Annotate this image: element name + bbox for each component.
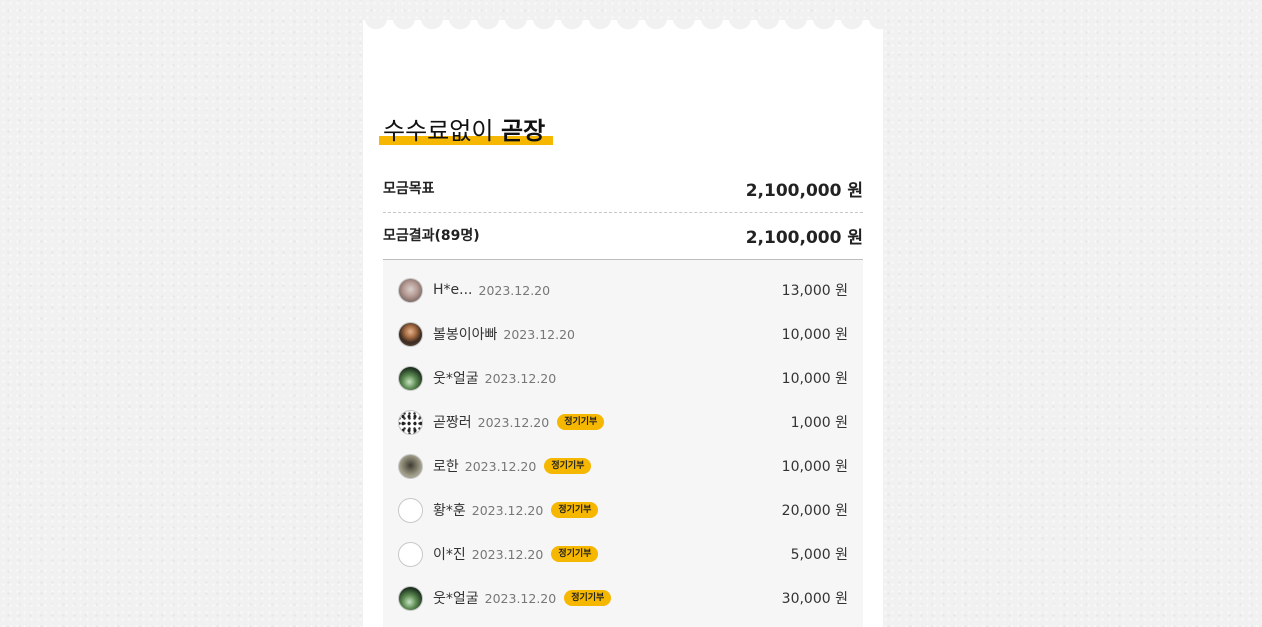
donor-amount: 20,000 원 bbox=[781, 503, 848, 519]
donor-avatar bbox=[398, 497, 423, 523]
donor-row: 웃*얼굴 2023.12.20 10,000 원 bbox=[398, 364, 848, 392]
result-row: 모금결과(89명) 2,100,000 원 bbox=[383, 222, 863, 248]
donor-avatar bbox=[398, 321, 423, 347]
recurring-donation-badge: 정기기부 bbox=[557, 414, 605, 430]
donor-avatar bbox=[398, 409, 423, 435]
donor-date: 2023.12.20 bbox=[471, 546, 544, 562]
donor-amount: 10,000 원 bbox=[781, 327, 848, 343]
donor-list: H*e... 2023.12.20 13,000 원 볼봉이아빠 2023.12… bbox=[383, 260, 863, 627]
recurring-donation-badge: 정기기부 bbox=[551, 502, 599, 518]
campaign-title: 수수료없이 곧장 bbox=[378, 115, 554, 149]
donor-row: 황*훈 2023.12.20 정기기부 20,000 원 bbox=[398, 496, 848, 524]
donor-avatar bbox=[398, 541, 423, 567]
donor-name: 이*진 bbox=[433, 547, 466, 563]
donor-avatar bbox=[398, 585, 423, 611]
donor-amount: 10,000 원 bbox=[781, 371, 848, 387]
donor-amount: 1,000 원 bbox=[790, 415, 848, 431]
donor-row: H*e... 2023.12.20 13,000 원 bbox=[398, 276, 848, 304]
donor-amount: 13,000 원 bbox=[781, 283, 848, 299]
donor-name: 황*훈 bbox=[433, 503, 466, 519]
donor-name: 볼봉이아빠 bbox=[433, 327, 498, 343]
donor-name: H*e... bbox=[433, 282, 473, 298]
donor-avatar bbox=[398, 453, 423, 479]
donor-row: 웃*얼굴 2023.12.20 정기기부 30,000 원 bbox=[398, 584, 848, 612]
donor-date: 2023.12.20 bbox=[471, 502, 544, 518]
donor-row: 볼봉이아빠 2023.12.20 10,000 원 bbox=[398, 320, 848, 348]
donor-date: 2023.12.20 bbox=[503, 326, 575, 342]
donor-row: 이*진 2023.12.20 정기기부 5,000 원 bbox=[398, 540, 848, 568]
donor-date: 2023.12.20 bbox=[464, 458, 537, 474]
donor-date: 2023.12.20 bbox=[477, 414, 550, 430]
result-label: 모금결과(89명) bbox=[383, 228, 480, 244]
campaign-title-main: 수수료없이 bbox=[383, 117, 502, 145]
donor-name: 곧짱러 bbox=[433, 415, 472, 431]
donor-name: 로한 bbox=[433, 459, 459, 475]
donor-date: 2023.12.20 bbox=[484, 370, 557, 386]
donation-receipt-card: 수수료없이 곧장 모금목표 2,100,000 원 모금결과(89명) 2,10… bbox=[363, 20, 883, 627]
goal-row: 모금목표 2,100,000 원 bbox=[383, 175, 863, 201]
result-value: 2,100,000 원 bbox=[745, 227, 863, 248]
campaign-title-bold: 곧장 bbox=[501, 117, 546, 145]
recurring-donation-badge: 정기기부 bbox=[564, 590, 612, 606]
donor-amount: 30,000 원 bbox=[781, 591, 848, 607]
recurring-donation-badge: 정기기부 bbox=[544, 458, 592, 474]
donor-name: 웃*얼굴 bbox=[433, 591, 479, 607]
recurring-donation-badge: 정기기부 bbox=[551, 546, 599, 562]
donor-row: 로한 2023.12.20 정기기부 10,000 원 bbox=[398, 452, 848, 480]
donor-amount: 10,000 원 bbox=[781, 459, 848, 475]
donor-name: 웃*얼굴 bbox=[433, 371, 479, 387]
goal-label: 모금목표 bbox=[383, 181, 435, 197]
goal-value: 2,100,000 원 bbox=[745, 180, 863, 201]
donor-avatar bbox=[398, 365, 423, 391]
donor-date: 2023.12.20 bbox=[484, 590, 557, 606]
receipt-scalloped-edge bbox=[363, 20, 883, 31]
dashed-divider bbox=[383, 212, 863, 213]
donor-amount: 5,000 원 bbox=[790, 547, 848, 563]
donor-avatar bbox=[398, 277, 423, 303]
donor-date: 2023.12.20 bbox=[478, 282, 551, 298]
donor-row: 곧짱러 2023.12.20 정기기부 1,000 원 bbox=[398, 408, 848, 436]
campaign-title-text: 수수료없이 곧장 bbox=[378, 115, 554, 147]
